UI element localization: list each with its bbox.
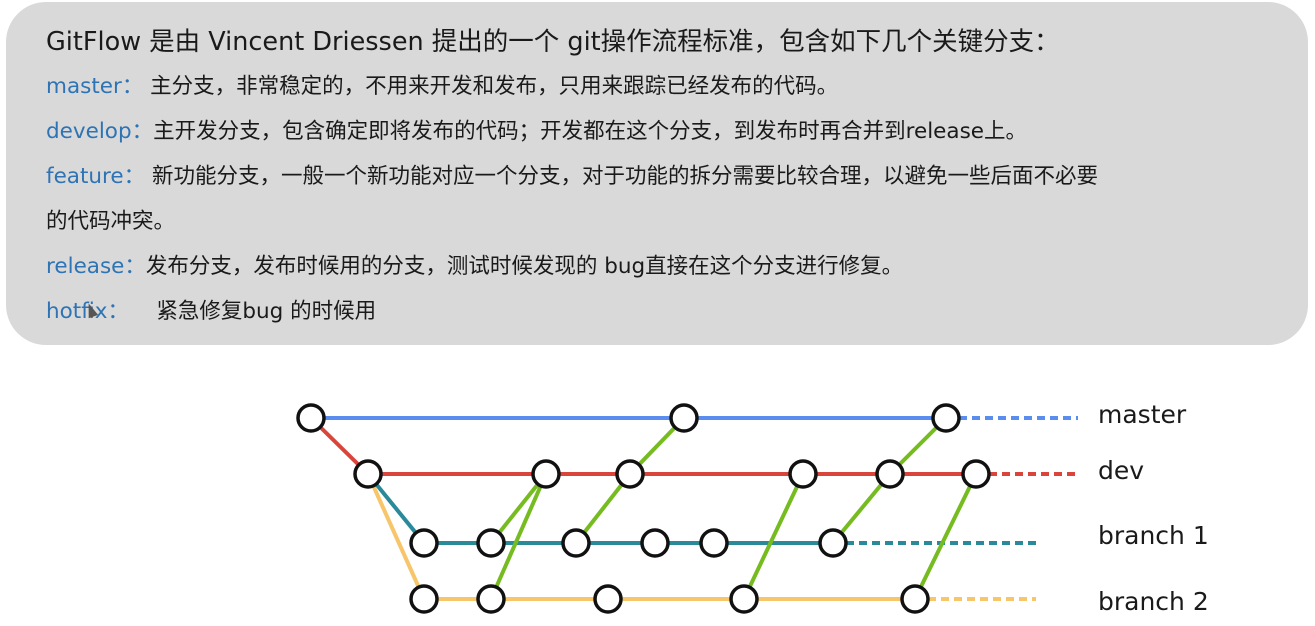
- commit-node-20: [900, 584, 930, 614]
- commit-node-10: [409, 528, 439, 558]
- merge-lines: [489, 416, 978, 600]
- commit-node-7: [788, 459, 818, 489]
- commit-node-15: [818, 528, 848, 558]
- commit-node-4: [353, 459, 383, 489]
- commit-node-3: [931, 403, 961, 433]
- commit-node-6: [615, 459, 645, 489]
- commit-node-2: [669, 403, 699, 433]
- gitflow-diagram: master dev branch 1 branch 2: [296, 400, 1209, 616]
- commit-node-17: [476, 584, 506, 614]
- commit-node-12: [561, 528, 591, 558]
- merge-line-8: [913, 473, 978, 600]
- commit-node-11: [476, 528, 506, 558]
- commit-node-19: [729, 584, 759, 614]
- branch-label-master: master: [1098, 400, 1187, 429]
- commit-node-18: [593, 584, 623, 614]
- commit-node-14: [699, 528, 729, 558]
- branch-label-branch2: branch 2: [1098, 587, 1209, 616]
- branch-label-dev: dev: [1098, 456, 1144, 485]
- commit-node-13: [640, 528, 670, 558]
- commit-node-1: [296, 403, 326, 433]
- branch-lines: [309, 416, 1078, 601]
- commit-node-16: [409, 584, 439, 614]
- branch-label-branch1: branch 1: [1098, 521, 1209, 550]
- slide: GitFlow 是由 Vincent Driessen 提出的一个 git操作流…: [0, 0, 1315, 626]
- merge-line-5: [742, 473, 805, 600]
- commit-node-9: [961, 459, 991, 489]
- commit-node-8: [875, 459, 905, 489]
- commit-nodes: [296, 403, 991, 614]
- branch-labels: master dev branch 1 branch 2: [1098, 400, 1209, 616]
- commit-node-5: [531, 459, 561, 489]
